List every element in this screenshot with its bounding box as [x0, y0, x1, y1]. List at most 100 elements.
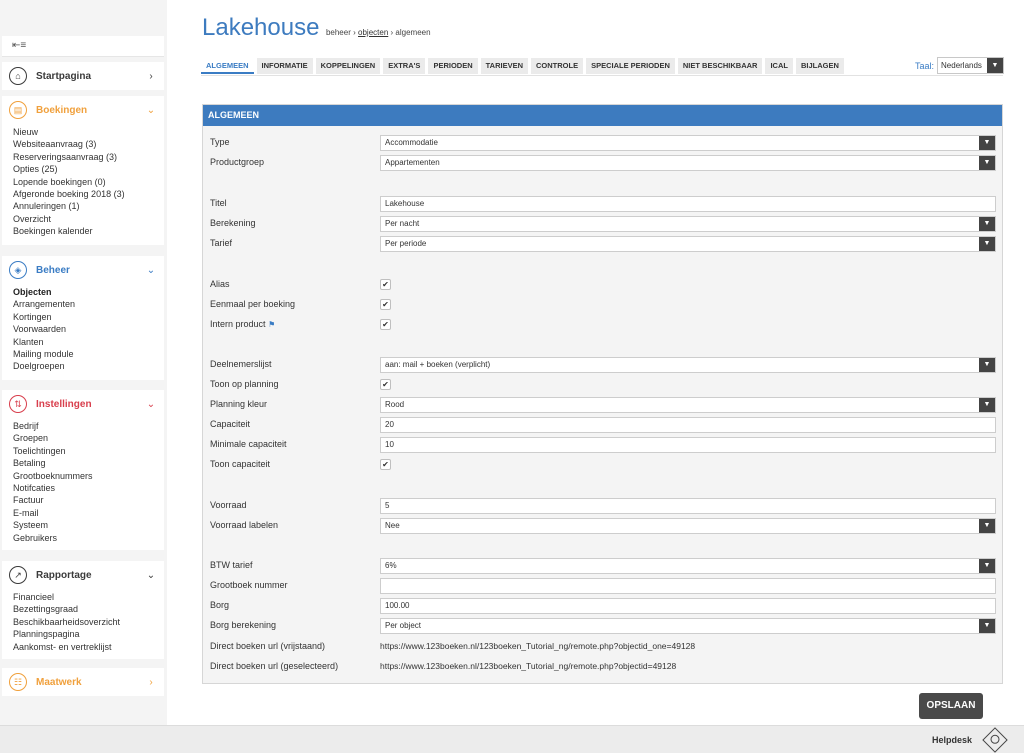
borg-berekening-select[interactable]: Per object ▼ [380, 618, 996, 634]
sidebar-item[interactable]: Lopende boekingen (0) [13, 176, 164, 188]
input-value: 10 [385, 440, 394, 449]
manage-icon: ◈ [9, 261, 27, 279]
sidebar-item[interactable]: Financieel [13, 591, 164, 603]
sidebar: ⇤≡ ⌂ Startpagina › ▤ Boekingen ⌄ Nieuw We… [0, 0, 167, 725]
tab-extra-s[interactable]: EXTRA'S [383, 58, 426, 74]
info-icon[interactable]: ⚑ [268, 320, 275, 329]
sidebar-item[interactable]: Objecten [13, 286, 164, 298]
voorraad-labelen-select[interactable]: Nee ▼ [380, 518, 996, 534]
sidebar-item[interactable]: Annuleringen (1) [13, 200, 164, 212]
sidebar-item[interactable]: Groepen [13, 432, 164, 444]
sidebar-item[interactable]: Bedrijf [13, 420, 164, 432]
sidebar-item[interactable]: Nieuw [13, 126, 164, 138]
field-label: Eenmaal per boeking [210, 299, 296, 309]
footer: Helpdesk [0, 725, 1024, 753]
tarief-select[interactable]: Per periode ▼ [380, 236, 996, 252]
field-label: Berekening [210, 218, 256, 228]
toon-capaciteit-checkbox[interactable]: ✔ [380, 459, 391, 470]
tab-informatie[interactable]: INFORMATIE [256, 58, 313, 74]
sidebar-item[interactable]: Voorwaarden [13, 323, 164, 335]
language-select[interactable]: Nederlands ▼ [937, 57, 1005, 74]
row-grootboek: Grootboek nummer [203, 576, 1004, 596]
sidebar-title: Beheer [36, 264, 70, 276]
sidebar-item[interactable]: Notifcaties [13, 482, 164, 494]
sidebar-item[interactable]: Klanten [13, 336, 164, 348]
sidebar-item[interactable]: Doelgroepen [13, 360, 164, 372]
sidebar-item[interactable]: Afgeronde boeking 2018 (3) [13, 188, 164, 200]
row-type: Type Accommodatie ▼ [203, 133, 1004, 153]
tab-niet-beschikbaar[interactable]: NIET BESCHIKBAAR [677, 58, 763, 74]
sidebar-head-maatwerk[interactable]: ☷ Maatwerk › [2, 668, 164, 696]
btw-select[interactable]: 6% ▼ [380, 558, 996, 574]
sidebar-item[interactable]: Opties (25) [13, 163, 164, 175]
titel-input[interactable]: Lakehouse [380, 196, 996, 212]
borg-input[interactable]: 100.00 [380, 598, 996, 614]
tab-algemeen[interactable]: ALGEMEEN [201, 58, 254, 74]
intern-label-text: Intern product [210, 319, 266, 329]
sidebar-item[interactable]: Websiteaanvraag (3) [13, 138, 164, 150]
grootboek-input[interactable] [380, 578, 996, 594]
sidebar-item[interactable]: Betaling [13, 457, 164, 469]
alias-checkbox[interactable]: ✔ [380, 279, 391, 290]
sidebar-item[interactable]: Gebruikers [13, 532, 164, 544]
sidebar-item[interactable]: E-mail [13, 507, 164, 519]
breadcrumb-objecten-link[interactable]: objecten [358, 28, 388, 37]
sidebar-item[interactable]: Arrangementen [13, 298, 164, 310]
sidebar-item[interactable]: Overzicht [13, 213, 164, 225]
sidebar-item[interactable]: Beschikbaarheidsoverzicht [13, 616, 164, 628]
toon-planning-checkbox[interactable]: ✔ [380, 379, 391, 390]
sidebar-item[interactable]: Grootboeknummers [13, 470, 164, 482]
voorraad-input[interactable]: 5 [380, 498, 996, 514]
row-toon-capaciteit: Toon capaciteit ✔ [203, 455, 1004, 475]
productgroep-select[interactable]: Appartementen ▼ [380, 155, 996, 171]
sidebar-toggle[interactable]: ⇤≡ [2, 36, 164, 57]
field-label: Tarief [210, 238, 233, 248]
deelnemerslijst-select[interactable]: aan: mail + boeken (verplicht) ▼ [380, 357, 996, 373]
tab-tarieven[interactable]: TARIEVEN [480, 58, 528, 74]
sidebar-head-rapportage[interactable]: ↗ Rapportage ⌄ [2, 561, 164, 589]
sidebar-item[interactable]: Kortingen [13, 311, 164, 323]
sidebar-item[interactable]: Systeem [13, 519, 164, 531]
breadcrumb: beheer › objecten › algemeen [326, 28, 431, 37]
breadcrumb-current: algemeen [395, 28, 431, 37]
planning-kleur-select[interactable]: Rood ▼ [380, 397, 996, 413]
sidebar-head-startpagina[interactable]: ⌂ Startpagina › [2, 62, 164, 90]
sidebar-item[interactable]: Toelichtingen [13, 445, 164, 457]
sidebar-item[interactable]: Factuur [13, 494, 164, 506]
sidebar-section-boekingen: ▤ Boekingen ⌄ Nieuw Websiteaanvraag (3) Re… [2, 96, 164, 245]
sidebar-head-instellingen[interactable]: ⇅ Instellingen ⌄ [2, 390, 164, 418]
capaciteit-input[interactable]: 20 [380, 417, 996, 433]
field-label: Direct boeken url (geselecteerd) [210, 661, 339, 671]
tab-controle[interactable]: CONTROLE [531, 58, 584, 74]
language-value: Nederlands [941, 61, 982, 70]
row-borg: Borg 100.00 [203, 596, 1004, 616]
sidebar-item[interactable]: Aankomst- en vertreklijst [13, 641, 164, 653]
row-url-vrijstaand: Direct boeken url (vrijstaand) https://w… [203, 637, 1004, 657]
save-button[interactable]: OPSLAAN [919, 693, 983, 719]
sidebar-head-beheer[interactable]: ◈ Beheer ⌄ [2, 256, 164, 284]
sidebar-item[interactable]: Bezettingsgraad [13, 603, 164, 615]
tab-perioden[interactable]: PERIODEN [428, 58, 478, 74]
berekening-select[interactable]: Per nacht ▼ [380, 216, 996, 232]
sidebar-item[interactable]: Planningspagina [13, 628, 164, 640]
tab-ical[interactable]: ICAL [765, 58, 793, 74]
chevron-down-icon: ⌄ [146, 264, 156, 276]
row-btw: BTW tarief 6% ▼ [203, 556, 1004, 576]
helpdesk-icon[interactable] [982, 727, 1008, 753]
tab-koppelingen[interactable]: KOPPELINGEN [315, 58, 381, 74]
row-voorraad-labelen: Voorraad labelen Nee ▼ [203, 516, 1004, 536]
type-select[interactable]: Accommodatie ▼ [380, 135, 996, 151]
row-voorraad: Voorraad 5 [203, 496, 1004, 516]
sidebar-item[interactable]: Mailing module [13, 348, 164, 360]
sidebar-item[interactable]: Boekingen kalender [13, 225, 164, 237]
sidebar-head-boekingen[interactable]: ▤ Boekingen ⌄ [2, 96, 164, 124]
page-header: Lakehouse beheer › objecten › algemeen [202, 14, 431, 42]
intern-checkbox[interactable]: ✔ [380, 319, 391, 330]
sidebar-item[interactable]: Reserveringsaanvraag (3) [13, 151, 164, 163]
tab-speciale-perioden[interactable]: SPECIALE PERIODEN [586, 58, 675, 74]
eenmaal-checkbox[interactable]: ✔ [380, 299, 391, 310]
tab-bijlagen[interactable]: BIJLAGEN [795, 58, 844, 74]
select-value: Nee [385, 521, 400, 530]
helpdesk-link[interactable]: Helpdesk [932, 735, 972, 745]
minimale-capaciteit-input[interactable]: 10 [380, 437, 996, 453]
